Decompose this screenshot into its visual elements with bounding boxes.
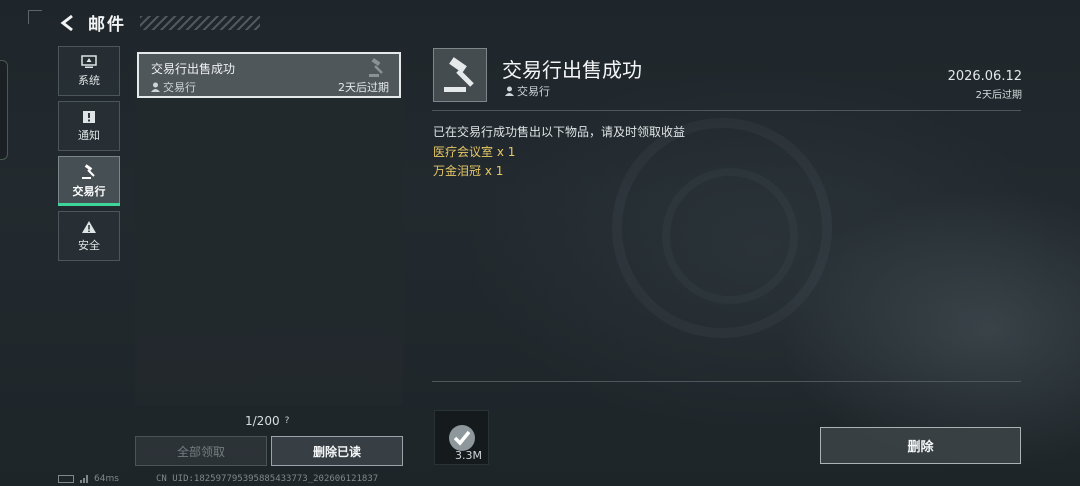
sidebar-item-system[interactable]: 系统: [58, 46, 120, 96]
corner-decoration: [28, 10, 42, 24]
sidebar-item-label: 通知: [78, 128, 100, 142]
detail-expiry: 2天后过期: [975, 90, 1022, 101]
detail-sender: 交易行: [505, 83, 550, 99]
mail-list: 交易行出售成功 交易行 2天后过期: [135, 50, 403, 405]
mail-item-expiry: 2天后过期: [338, 81, 389, 94]
warning-icon: [82, 220, 96, 233]
status-bar: 64ms: [58, 474, 119, 484]
sidebar-item-security[interactable]: 安全: [58, 211, 120, 261]
sidebar-item-label: 系统: [78, 73, 100, 87]
signal-icon: [80, 475, 88, 483]
header: 邮件: [58, 10, 260, 35]
attachment-size: 3.3M: [455, 449, 482, 462]
sidebar-item-label: 安全: [78, 238, 100, 252]
detail-date: 2026.06.12: [947, 69, 1022, 84]
monitor-icon: [81, 54, 97, 68]
page-title: 邮件: [88, 15, 126, 35]
mail-count: 1/200 ?: [245, 414, 289, 428]
battery-icon: [58, 475, 74, 483]
mail-item-title: 交易行出售成功: [151, 62, 236, 76]
mail-count-text: 1/200: [245, 414, 280, 428]
detail-item-line: 医疗会议室 x 1: [433, 145, 516, 159]
back-arrow-icon: [60, 14, 73, 31]
sidebar-item-auction[interactable]: 交易行: [58, 156, 120, 206]
title-stripes-decoration: [140, 15, 260, 30]
detail-body-text: 已在交易行成功售出以下物品，请及时领取收益: [433, 125, 686, 139]
sidebar-item-label: 交易行: [72, 184, 106, 198]
background-emblem: [612, 118, 832, 338]
delete-button[interactable]: 删除: [820, 427, 1021, 464]
help-icon[interactable]: ?: [285, 416, 290, 426]
ping-text: 64ms: [94, 474, 119, 484]
delete-read-button[interactable]: 删除已读: [271, 436, 403, 466]
mail-item-meta: 交易行 2天后过期: [151, 79, 389, 95]
person-icon: [151, 82, 160, 92]
claim-all-button[interactable]: 全部领取: [135, 436, 267, 466]
mail-list-item[interactable]: 交易行出售成功 交易行 2天后过期: [137, 52, 401, 98]
notice-icon: [83, 110, 95, 123]
detail-item-line: 万金泪冠 x 1: [433, 164, 504, 178]
detail-title: 交易行出售成功: [502, 58, 642, 82]
detail-divider-top: [432, 110, 1021, 111]
mail-item-sender: 交易行: [151, 79, 196, 95]
left-edge-tab: [0, 60, 8, 160]
uid-text: CN UID:182597795395885433773_20260612183…: [156, 474, 379, 484]
gavel-icon: [82, 163, 95, 179]
person-icon: [505, 86, 514, 96]
back-button[interactable]: [58, 12, 78, 34]
gavel-icon: [444, 57, 474, 92]
mail-item-sender-name: 交易行: [163, 81, 196, 94]
sidebar: 系统 通知 交易行 安全: [58, 46, 120, 266]
sidebar-item-notice[interactable]: 通知: [58, 101, 120, 151]
detail-sender-name: 交易行: [517, 85, 550, 98]
detail-divider-bottom: [432, 381, 1021, 382]
gavel-watermark-icon: [369, 58, 383, 77]
attachment-item[interactable]: 3.3M: [434, 410, 489, 465]
detail-gavel-icon-box: [433, 48, 487, 102]
